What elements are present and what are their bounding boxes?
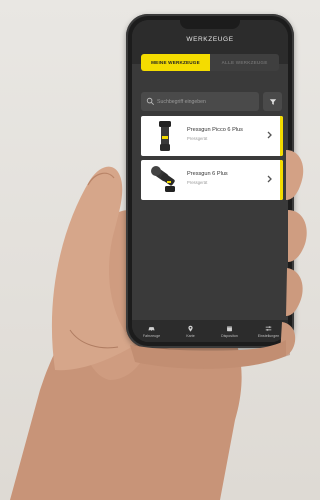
hand-fingers (130, 150, 307, 369)
photo-scene: WERKZEUGE MEINE WERKZEUGE ALLE WERKZEUGE… (0, 0, 320, 500)
